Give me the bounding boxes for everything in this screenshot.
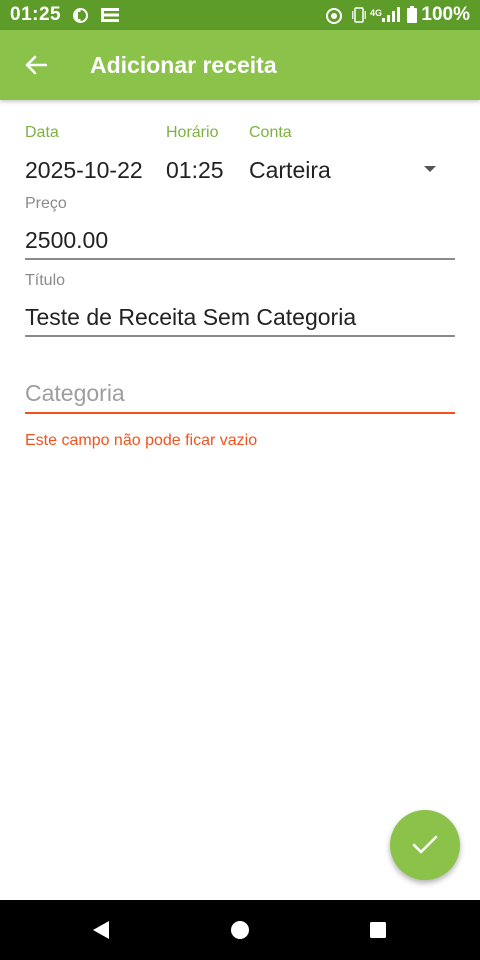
time-field[interactable]: 01:25 (166, 157, 224, 184)
account-label: Conta (249, 124, 292, 141)
price-label: Preço (25, 195, 67, 212)
battery-percent: 100% (421, 4, 470, 25)
title-label: Título (25, 272, 66, 289)
notes-icon (101, 7, 119, 28)
nav-home-button[interactable] (228, 918, 252, 942)
signal-icon (382, 7, 400, 28)
title-underline (25, 335, 455, 337)
status-time: 01:25 (10, 4, 62, 25)
nav-recents-button[interactable] (366, 918, 390, 942)
home-circle-icon (231, 921, 249, 939)
page-title: Adicionar receita (90, 52, 277, 78)
vibrate-icon (352, 7, 366, 28)
arrow-back-icon (25, 55, 47, 75)
title-input[interactable]: Teste de Receita Sem Categoria (25, 304, 356, 331)
save-button[interactable] (390, 810, 460, 880)
network-type: 4G (370, 8, 383, 18)
battery-icon (407, 6, 417, 28)
price-underline (25, 258, 455, 260)
time-label: Horário (166, 124, 219, 141)
account-select-value: Carteira (249, 157, 331, 183)
app-bar: Adicionar receita (0, 30, 480, 100)
category-input[interactable]: Categoria (25, 380, 125, 407)
back-button[interactable] (18, 47, 54, 83)
price-input[interactable]: 2500.00 (25, 227, 108, 254)
status-bar: 01:25 4G 100% (0, 0, 480, 30)
date-label: Data (25, 124, 59, 141)
category-error: Este campo não pode ficar vazio (25, 432, 258, 449)
nav-back-button[interactable] (89, 918, 113, 942)
navigation-bar (0, 900, 480, 960)
alarm-icon (325, 7, 343, 30)
dropdown-arrow-icon (424, 166, 436, 172)
back-triangle-icon (93, 921, 109, 939)
category-underline (25, 412, 455, 414)
notification-icon (72, 7, 89, 29)
recents-square-icon (370, 922, 386, 938)
date-field[interactable]: 2025-10-22 (25, 157, 143, 184)
check-icon (412, 835, 438, 854)
